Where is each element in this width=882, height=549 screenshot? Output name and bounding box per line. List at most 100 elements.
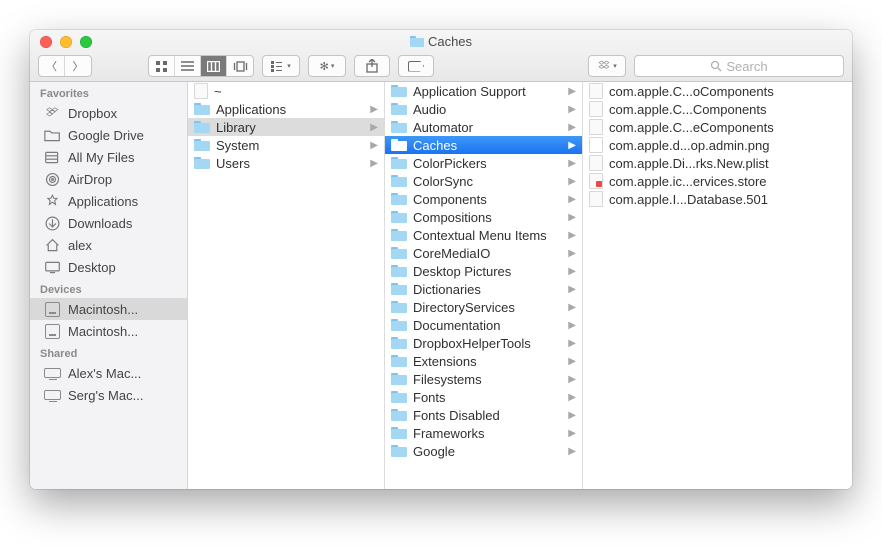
file-row[interactable]: Filesystems▶ [385,370,582,388]
file-row[interactable]: System▶ [188,136,384,154]
sidebar-item-google-drive[interactable]: Google Drive [30,124,187,146]
file-row[interactable]: Desktop Pictures▶ [385,262,582,280]
forward-button[interactable]: 〉 [65,56,91,76]
arrange-button-group: ▾ [262,55,300,77]
file-row[interactable]: com.apple.d...op.admin.png [583,136,852,154]
file-name: com.apple.I...Database.501 [609,192,848,207]
file-row[interactable]: Documentation▶ [385,316,582,334]
column-3[interactable]: com.apple.C...oComponents com.apple.C...C… [583,82,852,489]
file-row[interactable]: Dictionaries▶ [385,280,582,298]
sidebar-item-serg-s-mac-[interactable]: Serg's Mac... [30,384,187,406]
file-row[interactable]: ~ [188,82,384,100]
tags-button[interactable] [398,55,434,77]
file-row[interactable]: com.apple.C...oComponents [583,82,852,100]
sidebar-group-label: Devices [30,278,187,298]
icon-view-button[interactable] [149,56,175,76]
file-row[interactable]: CoreMediaIO▶ [385,244,582,262]
file-name: com.apple.Di...rks.New.plist [609,156,848,171]
file-row[interactable]: com.apple.Di...rks.New.plist [583,154,852,172]
search-field[interactable]: Search [634,55,844,77]
sidebar-item-macintosh-[interactable]: Macintosh... [30,320,187,342]
file-row[interactable]: Library▶ [188,118,384,136]
file-row[interactable]: DropboxHelperTools ▶ [385,334,582,352]
arrange-button[interactable]: ▾ [263,56,299,76]
file-name: Automator [413,120,562,135]
file-row[interactable]: DirectoryServices▶ [385,298,582,316]
file-row[interactable]: Caches▶ [385,136,582,154]
list-view-button[interactable] [175,56,201,76]
folder-icon [391,85,407,97]
file-row[interactable]: com.apple.I...Database.501 [583,190,852,208]
file-row[interactable]: ColorSync▶ [385,172,582,190]
file-row[interactable]: Audio▶ [385,100,582,118]
sidebar-item-dropbox[interactable]: Dropbox [30,102,187,124]
file-row[interactable]: Automator▶ [385,118,582,136]
folder-icon [391,391,407,403]
chevron-right-icon: ▶ [370,140,380,151]
dropbox-toolbar-button[interactable]: ▾ [589,56,625,76]
document-icon [589,101,603,117]
sidebar-item-alex[interactable]: alex [30,234,187,256]
home-icon [44,238,61,253]
file-row[interactable]: Compositions▶ [385,208,582,226]
file-row[interactable]: Components▶ [385,190,582,208]
minimize-button[interactable] [60,36,72,48]
file-row[interactable]: com.apple.C...Components [583,100,852,118]
file-name: Users [216,156,364,171]
sidebar-item-all-my-files[interactable]: All My Files [30,146,187,168]
action-button[interactable]: ✻▾ [309,56,345,76]
remote-icon [44,388,61,403]
file-row[interactable]: Frameworks▶ [385,424,582,442]
column-2[interactable]: Application Support▶Audio▶Automator▶Cach… [385,82,583,489]
sidebar-item-macintosh-[interactable]: Macintosh... [30,298,187,320]
sidebar-item-label: alex [68,238,92,253]
folder-icon [391,103,407,115]
document-icon [589,119,603,135]
close-button[interactable] [40,36,52,48]
content: FavoritesDropboxGoogle DriveAll My Files… [30,82,852,489]
column-1[interactable]: ~Applications▶Library▶System▶Users▶ [188,82,385,489]
chevron-right-icon: ▶ [568,356,578,367]
sidebar-group-label: Favorites [30,82,187,102]
sidebar-item-applications[interactable]: Applications [30,190,187,212]
folder-icon [391,265,407,277]
sidebar-item-label: Desktop [68,260,116,275]
file-name: ~ [214,84,380,99]
file-name: com.apple.ic...ervices.store [609,174,848,189]
folder-icon [410,36,424,47]
file-row[interactable]: com.apple.ic...ervices.store [583,172,852,190]
file-name: Components [413,192,562,207]
file-row[interactable]: Applications▶ [188,100,384,118]
file-row[interactable]: com.apple.C...eComponents [583,118,852,136]
chevron-right-icon: ▶ [568,338,578,349]
back-button[interactable]: 〈 [39,56,65,76]
column-view-button[interactable] [201,56,227,76]
file-name: Applications [216,102,364,117]
fullscreen-button[interactable] [80,36,92,48]
chevron-right-icon: ▶ [568,374,578,385]
sidebar-item-airdrop[interactable]: AirDrop [30,168,187,190]
file-row[interactable]: ColorPickers▶ [385,154,582,172]
coverflow-view-button[interactable] [227,56,253,76]
file-row[interactable]: Users▶ [188,154,384,172]
file-name: CoreMediaIO [413,246,562,261]
file-name: Google [413,444,562,459]
folder-icon [391,121,407,133]
file-row[interactable]: Contextual Menu Items▶ [385,226,582,244]
file-row[interactable]: Google▶ [385,442,582,460]
dropbox-icon [44,106,61,121]
sidebar-item-label: Serg's Mac... [68,388,143,403]
folder-icon [391,427,407,439]
sidebar-item-downloads[interactable]: Downloads [30,212,187,234]
file-name: com.apple.C...Components [609,102,848,117]
file-row[interactable]: Fonts Disabled▶ [385,406,582,424]
sidebar-item-label: Applications [68,194,138,209]
share-button[interactable] [354,55,390,77]
file-row[interactable]: Application Support▶ [385,82,582,100]
file-row[interactable]: Extensions▶ [385,352,582,370]
folder-icon [194,121,210,133]
sidebar-item-desktop[interactable]: Desktop [30,256,187,278]
file-row[interactable]: Fonts▶ [385,388,582,406]
sidebar-item-alex-s-mac-[interactable]: Alex's Mac... [30,362,187,384]
file-name: DropboxHelperTools [413,336,562,351]
